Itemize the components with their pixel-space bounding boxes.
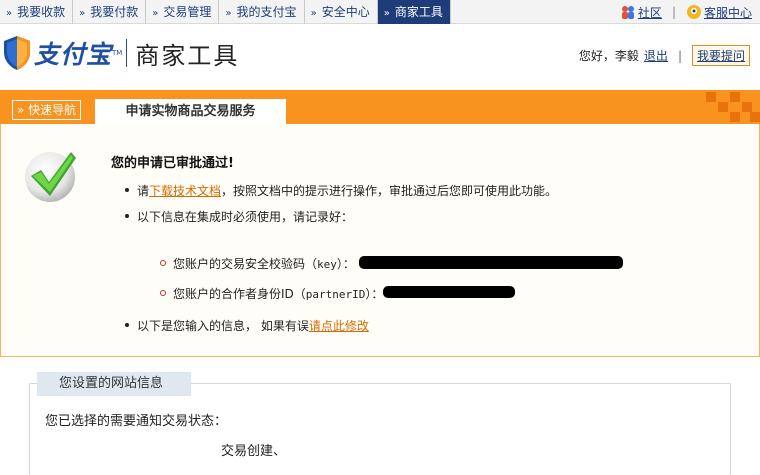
section-band: » 快速导航 申请实物商品交易服务 <box>0 90 760 126</box>
alipay-shield-icon <box>4 36 30 70</box>
logo-divider <box>126 39 128 67</box>
site-info-title: 您设置的网站信息 <box>37 372 191 396</box>
community-link[interactable]: 社区 <box>638 4 662 21</box>
arrow-right-icon: » <box>152 8 159 19</box>
logout-link[interactable]: 退出 <box>644 47 668 64</box>
tab-security-center[interactable]: » 安全中心 <box>305 0 378 24</box>
notify-status-value: 交易创建、 <box>221 444 287 459</box>
tab-label: 交易管理 <box>163 5 212 19</box>
top-navigation: » 我要收款 » 我要付款 » 交易管理 » 我的支付宝 » 安全中心 » 商家工具 社区 … <box>0 0 760 24</box>
arrow-right-icon: » <box>6 8 13 19</box>
security-key-row: 您账户的交易安全校验码（key）： <box>160 255 355 272</box>
tab-apply-physical-goods-service[interactable]: 申请实物商品交易服务 <box>95 99 286 126</box>
tab-trade-management[interactable]: » 交易管理 <box>146 0 220 24</box>
key-code: key <box>317 258 337 271</box>
arrow-right-icon: » <box>310 8 317 19</box>
bullet-record-info: 以下信息在集成时必须使用，请记录好： <box>124 210 354 224</box>
edit-info-link[interactable]: 请点此修改 <box>309 319 369 333</box>
download-docs-link[interactable]: 下载技术文档 <box>149 184 221 198</box>
approval-heading: 您的申请已审批通过! <box>111 156 234 171</box>
arrow-right-icon: » <box>383 8 390 19</box>
ask-question-button[interactable]: 我要提问 <box>691 45 750 66</box>
tab-label: 安全中心 <box>321 5 370 19</box>
user-area: 您好，李毅 退出 | 我要提问 <box>579 45 750 66</box>
bullet-text: 请 <box>137 184 150 198</box>
greeting-text: 您好，李毅 <box>578 49 639 63</box>
tab-label: 我要收款 <box>17 5 66 19</box>
partner-label-suffix: ）： <box>365 287 384 301</box>
tab-make-payment[interactable]: » 我要付款 <box>73 0 147 24</box>
arrow-right-icon: » <box>79 8 86 19</box>
tab-label: 商家工具 <box>394 5 443 19</box>
key-label-suffix: ）： <box>336 257 355 271</box>
logo[interactable]: 支付宝 TM 商家工具 <box>2 35 239 71</box>
trademark-mark: TM <box>112 49 123 57</box>
tab-merchant-tools[interactable]: » 商家工具 <box>377 0 451 24</box>
nav-tabs: » 我要收款 » 我要付款 » 交易管理 » 我的支付宝 » 安全中心 » 商家工具 <box>0 0 451 24</box>
quick-nav-button[interactable]: » 快速导航 <box>12 100 82 120</box>
redacted-partner-id-value <box>383 286 515 298</box>
bullet-entered-info: 以下是您输入的信息， 如果有误请点此修改 <box>125 317 369 334</box>
site-info-panel <box>29 383 731 475</box>
page-header: 支付宝 TM 商家工具 您好，李毅 退出 | 我要提问 <box>0 25 760 85</box>
product-title: 商家工具 <box>135 41 240 70</box>
divider: | <box>677 48 682 63</box>
decorative-squares <box>700 92 760 126</box>
key-label: 您账户的交易安全校验码（ <box>173 257 318 271</box>
bullet-text: 以下是您输入的信息， 如果有误 <box>137 319 309 333</box>
bullet-download-docs: 请下载技术文档，按照文档中的提示进行操作，审批通过后您即可使用此功能。 <box>124 182 558 199</box>
approval-panel: 您的申请已审批通过! 请下载技术文档，按照文档中的提示进行操作，审批通过后您即可… <box>0 124 760 357</box>
community-icon <box>621 6 634 19</box>
redacted-key-value <box>359 256 623 269</box>
customer-service-icon <box>686 5 701 19</box>
partner-id-row: 您账户的合作者身份ID（partnerID）： <box>159 285 384 302</box>
bullet-text: ，按照文档中的提示进行操作，审批通过后您即可使用此功能。 <box>221 184 558 198</box>
notify-status-label: 您已选择的需要通知交易状态： <box>45 414 228 429</box>
customer-service-link[interactable]: 客服中心 <box>704 4 752 21</box>
arrow-right-icon: » <box>225 8 232 19</box>
partner-code: partnerID <box>305 288 366 301</box>
tab-my-alipay[interactable]: » 我的支付宝 <box>219 0 305 24</box>
top-right-links: 社区 | 客服中心 <box>620 0 752 24</box>
partner-label: 您账户的合作者身份ID（ <box>173 287 306 301</box>
checkmark-icon <box>25 152 76 202</box>
tab-receive-payment[interactable]: » 我要收款 <box>0 0 74 24</box>
divider: | <box>671 5 676 19</box>
tab-label: 我要付款 <box>90 5 139 19</box>
alipay-logo-text: 支付宝 <box>34 40 113 69</box>
tab-label: 我的支付宝 <box>236 5 297 19</box>
